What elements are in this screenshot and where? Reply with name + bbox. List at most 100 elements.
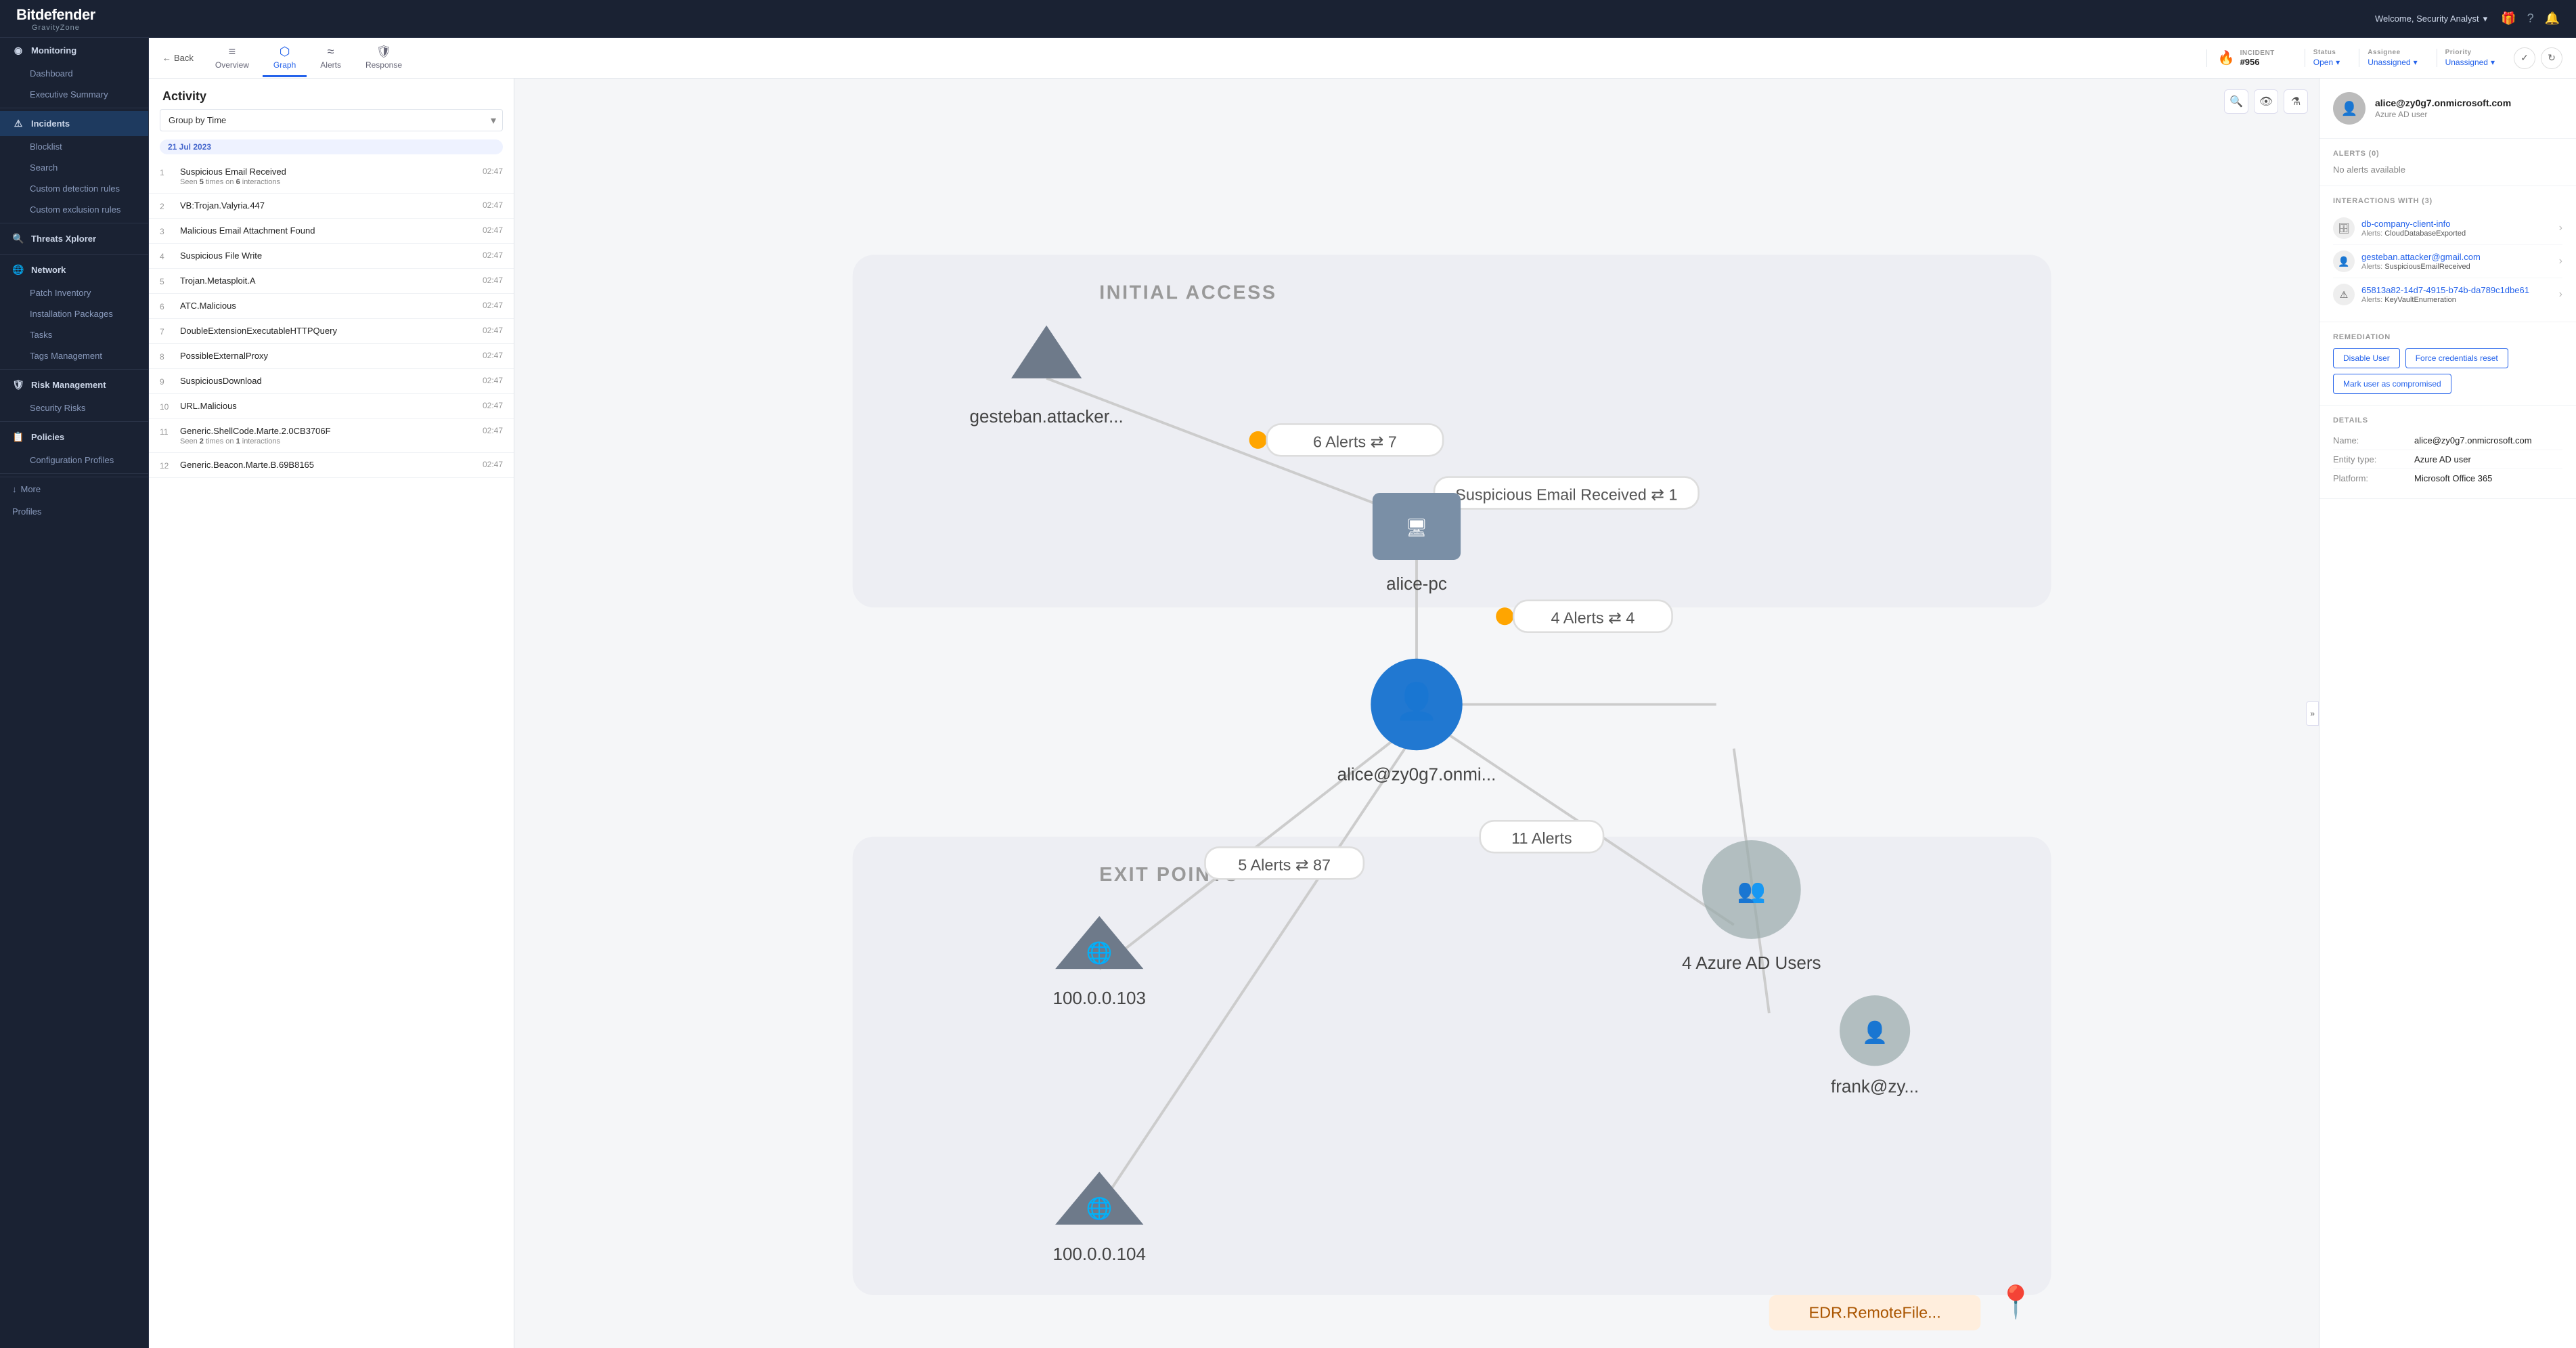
- notification-icon[interactable]: 🔔: [2545, 12, 2560, 26]
- svg-text:4 Azure AD Users: 4 Azure AD Users: [1682, 953, 1821, 973]
- status-value[interactable]: Open ▾: [2313, 58, 2340, 67]
- sidebar-item-security-risks[interactable]: Security Risks: [0, 397, 148, 418]
- user-header: 👤 alice@zy0g7.onmicrosoft.com Azure AD u…: [2319, 79, 2576, 139]
- svg-text:🌐: 🌐: [1086, 940, 1113, 965]
- sidebar-item-risk-management[interactable]: 🛡 Risk Management: [0, 372, 148, 397]
- sidebar-label-policies: Policies: [31, 432, 64, 442]
- sidebar-item-network[interactable]: 🌐 Network: [0, 257, 148, 282]
- activity-item[interactable]: 6 ATC.Malicious 02:47: [149, 294, 514, 319]
- eye-button[interactable]: 👁: [2254, 89, 2278, 114]
- chevron-down-icon[interactable]: ▾: [2483, 14, 2488, 24]
- sidebar-item-patch-inventory[interactable]: Patch Inventory: [0, 282, 148, 303]
- interaction-item-gesteban[interactable]: 👤 gesteban.attacker@gmail.com Alerts: Su…: [2333, 245, 2562, 278]
- sidebar-item-dashboard[interactable]: Dashboard: [0, 63, 148, 84]
- policies-icon: 📋: [12, 431, 24, 443]
- activity-time: 02:47: [483, 326, 503, 335]
- svg-text:alice-pc: alice-pc: [1386, 573, 1447, 594]
- sidebar-group-monitoring: ◉ Monitoring Dashboard Executive Summary: [0, 38, 148, 105]
- sidebar-label-threats: Threats Xplorer: [31, 234, 96, 244]
- activity-name: URL.Malicious: [180, 401, 476, 411]
- gift-icon[interactable]: 🎁: [2501, 12, 2516, 26]
- interaction-content-gesteban: gesteban.attacker@gmail.com Alerts: Susp…: [2361, 252, 2552, 271]
- help-icon[interactable]: ?: [2527, 12, 2534, 26]
- activity-item[interactable]: 5 Trojan.Metasploit.A 02:47: [149, 269, 514, 294]
- activity-item[interactable]: 1 Suspicious Email Received Seen 5 times…: [149, 160, 514, 194]
- sidebar-item-installation-packages[interactable]: Installation Packages: [0, 303, 148, 324]
- activity-item[interactable]: 10 URL.Malicious 02:47: [149, 394, 514, 419]
- details-val-name: alice@zy0g7.onmicrosoft.com: [2414, 435, 2532, 445]
- disable-user-button[interactable]: Disable User: [2333, 348, 2400, 368]
- tab-graph[interactable]: ⬡ Graph: [263, 39, 307, 77]
- sidebar-item-profiles[interactable]: Profiles: [0, 501, 148, 522]
- refresh-button[interactable]: ↻: [2541, 47, 2562, 69]
- tab-response[interactable]: 🛡 Response: [355, 39, 413, 77]
- remediation-section: REMEDIATION Disable User Force credentia…: [2319, 322, 2576, 406]
- sidebar-item-incidents[interactable]: ⚠ Incidents: [0, 111, 148, 136]
- activity-name: PossibleExternalProxy: [180, 351, 476, 361]
- graph-expand-toggle[interactable]: »: [2306, 701, 2319, 726]
- sidebar-item-monitoring[interactable]: ◉ Monitoring: [0, 38, 148, 63]
- back-button[interactable]: ← Back: [162, 53, 194, 63]
- date-badge: 21 Jul 2023: [160, 139, 503, 154]
- mark-compromised-button[interactable]: Mark user as compromised: [2333, 374, 2451, 394]
- svg-text:11 Alerts: 11 Alerts: [1511, 829, 1572, 847]
- tab-overview-label: Overview: [215, 60, 249, 70]
- assignee-value[interactable]: Unassigned ▾: [2368, 58, 2417, 67]
- force-credentials-button[interactable]: Force credentials reset: [2405, 348, 2508, 368]
- search-graph-button[interactable]: 🔍: [2224, 89, 2248, 114]
- sidebar-item-blocklist[interactable]: Blocklist: [0, 136, 148, 157]
- header-actions: ✓ ↻: [2514, 47, 2562, 69]
- activity-time: 02:47: [483, 376, 503, 385]
- details-table: Name: alice@zy0g7.onmicrosoft.com Entity…: [2333, 431, 2562, 487]
- svg-text:📍[interactable]: 📍: [1996, 1284, 2035, 1320]
- activity-content: PossibleExternalProxy: [180, 351, 476, 361]
- sidebar-item-threats-xplorer[interactable]: 🔍 Threats Xplorer: [0, 226, 148, 251]
- interaction-item-db[interactable]: 🗄 db-company-client-info Alerts: CloudDa…: [2333, 212, 2562, 245]
- brand-sub: GravityZone: [32, 24, 80, 32]
- incident-header: ← Back ≡ Overview ⬡ Graph ≈ Alerts 🛡: [149, 38, 2576, 79]
- sidebar-item-custom-exclusion[interactable]: Custom exclusion rules: [0, 199, 148, 220]
- activity-item[interactable]: 11 Generic.ShellCode.Marte.2.0CB3706F Se…: [149, 419, 514, 453]
- sidebar-item-executive-summary[interactable]: Executive Summary: [0, 84, 148, 105]
- sidebar-label-risk: Risk Management: [31, 380, 106, 390]
- activity-name: VB:Trojan.Valyria.447: [180, 200, 476, 211]
- check-button[interactable]: ✓: [2514, 47, 2535, 69]
- activity-item[interactable]: 4 Suspicious File Write 02:47: [149, 244, 514, 269]
- activity-item[interactable]: 7 DoubleExtensionExecutableHTTPQuery 02:…: [149, 319, 514, 344]
- tab-response-label: Response: [365, 60, 402, 70]
- activity-item[interactable]: 12 Generic.Beacon.Marte.B.69B8165 02:47: [149, 453, 514, 478]
- activity-item[interactable]: 2 VB:Trojan.Valyria.447 02:47: [149, 194, 514, 219]
- activity-item[interactable]: 3 Malicious Email Attachment Found 02:47: [149, 219, 514, 244]
- sidebar-item-configuration-profiles[interactable]: Configuration Profiles: [0, 450, 148, 471]
- activity-time: 02:47: [483, 276, 503, 285]
- interaction-item-keyvault[interactable]: ⚠ 65813a82-14d7-4915-b74b-da789c1dbe61 A…: [2333, 278, 2562, 311]
- sidebar-item-policies[interactable]: 📋 Policies: [0, 425, 148, 450]
- activity-content: Malicious Email Attachment Found: [180, 225, 476, 236]
- graph-icon: ⬡: [280, 45, 290, 59]
- details-key-entity: Entity type:: [2333, 454, 2414, 464]
- status-chevron-icon: ▾: [2336, 58, 2340, 67]
- activity-num: 6: [160, 301, 173, 311]
- group-selector[interactable]: Group by Time Group by Type Group by Sev…: [160, 109, 503, 131]
- topbar-right: Welcome, Security Analyst ▾ 🎁 ? 🔔: [2375, 12, 2560, 26]
- back-arrow-icon: ←: [162, 53, 171, 63]
- filter-button[interactable]: ⚗: [2284, 89, 2308, 114]
- incident-badge: 🔥 INCIDENT #956: [2206, 49, 2286, 67]
- tab-overview[interactable]: ≡ Overview: [204, 39, 260, 77]
- activity-time: 02:47: [483, 426, 503, 435]
- no-alerts-msg: No alerts available: [2333, 165, 2562, 175]
- activity-num: 7: [160, 326, 173, 336]
- activity-item[interactable]: 8 PossibleExternalProxy 02:47: [149, 344, 514, 369]
- remediation-buttons: Disable User Force credentials reset Mar…: [2333, 348, 2562, 394]
- activity-item[interactable]: 9 SuspiciousDownload 02:47: [149, 369, 514, 394]
- sidebar-item-tasks[interactable]: Tasks: [0, 324, 148, 345]
- interaction-alerts-keyvault: Alerts: KeyVaultEnumeration: [2361, 296, 2552, 304]
- sidebar-more-button[interactable]: ↓ More: [0, 477, 148, 501]
- sidebar-item-custom-detection[interactable]: Custom detection rules: [0, 178, 148, 199]
- tab-alerts[interactable]: ≈ Alerts: [309, 39, 352, 77]
- group-by-select[interactable]: Group by Time Group by Type Group by Sev…: [160, 109, 503, 131]
- activity-content: VB:Trojan.Valyria.447: [180, 200, 476, 211]
- sidebar-item-search[interactable]: Search: [0, 157, 148, 178]
- sidebar-item-tags-management[interactable]: Tags Management: [0, 345, 148, 366]
- priority-value[interactable]: Unassigned ▾: [2445, 58, 2495, 67]
